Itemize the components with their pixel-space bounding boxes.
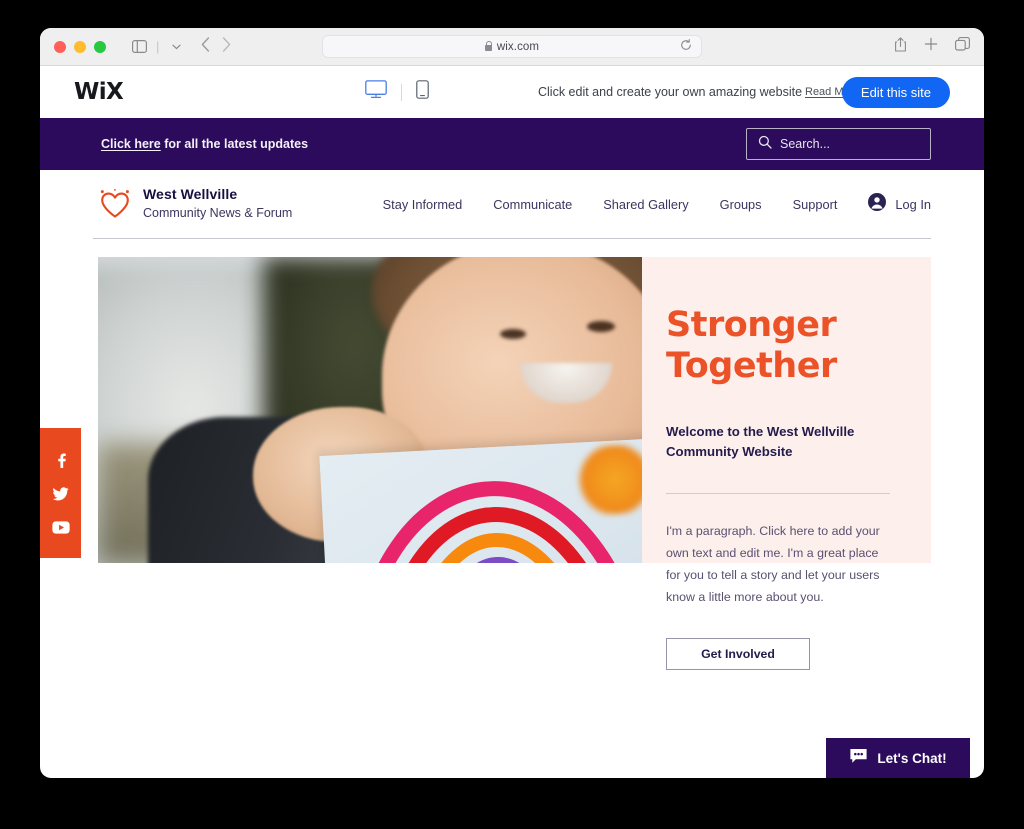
brand-logo[interactable]: West Wellville Community News & Forum [98,186,292,222]
hero-image-child-eye-right [587,321,615,332]
forward-icon[interactable] [222,37,231,56]
hero-image-drawing-paper [319,438,642,563]
announcement-link[interactable]: Click here [101,137,161,151]
chat-bubble-icon [849,748,868,769]
toolbar-divider: | [156,39,160,54]
hero-copy-panel: Stronger Together Welcome to the West We… [642,257,931,670]
announcement-text: Click here for all the latest updates [101,137,308,151]
chat-widget-label: Let's Chat! [877,750,947,766]
nav-item-communicate[interactable]: Communicate [493,197,572,212]
heart-logo-icon [98,189,132,219]
mobile-phone-icon[interactable] [416,80,429,104]
desktop-monitor-icon[interactable] [365,80,387,104]
brand-text: West Wellville Community News & Forum [143,186,292,222]
hero-paragraph: I'm a paragraph. Click here to add your … [666,523,880,604]
hero-heading-line2: Together [666,346,837,387]
close-window-button[interactable] [54,40,66,53]
sidebar-icon[interactable] [126,35,152,59]
browser-titlebar: | wix.com [40,28,984,66]
hero-image-child-eye-left [500,329,526,339]
plus-icon[interactable] [924,37,938,56]
hero-divider [666,492,890,494]
search-icon [758,135,772,154]
hero-subheading: Welcome to the West Wellville Community … [666,423,855,460]
drawing-sun [573,442,642,517]
get-involved-button[interactable]: Get Involved [666,637,810,670]
chat-widget-button[interactable]: Let's Chat! [826,738,970,778]
hero-heading: Stronger Together [666,305,931,388]
announcement-bar: Click here for all the latest updates Se… [40,118,984,170]
twitter-icon[interactable] [52,487,69,502]
hero-section: Stronger Together Welcome to the West We… [40,239,984,670]
maximize-window-button[interactable] [94,40,106,53]
social-links-rail [40,428,81,558]
browser-window: | wix.com WiX Click edit and create your… [40,28,984,778]
brand-subtitle: Community News & Forum [143,206,293,220]
hero-image-child-mouth [520,363,612,403]
view-toggle-group[interactable] [365,80,429,104]
login-button[interactable]: Log In [868,192,931,216]
youtube-icon[interactable] [51,521,70,534]
edit-this-site-button[interactable]: Edit this site [841,76,950,108]
nav-item-support[interactable]: Support [793,197,838,212]
window-controls[interactable] [54,40,106,53]
search-input[interactable]: Search... [746,128,931,160]
wix-edit-message: Click edit and create your own amazing w… [538,85,803,99]
lock-icon [484,40,493,51]
url-text: wix.com [496,40,540,53]
minimize-window-button[interactable] [74,40,86,53]
facebook-icon[interactable] [53,452,69,468]
nav-item-shared-gallery[interactable]: Shared Gallery [603,197,688,212]
navigation-arrows[interactable] [201,37,231,56]
announcement-rest: for all the latest updates [160,137,309,151]
tabs-overview-icon[interactable] [955,37,970,56]
sidebar-controls[interactable]: | [126,35,189,59]
main-navigation: Stay Informed Communicate Shared Gallery… [383,192,931,216]
reload-icon[interactable] [680,39,692,54]
back-icon[interactable] [201,37,210,56]
titlebar-right-actions[interactable] [894,36,970,57]
login-label[interactable]: Log In [895,197,931,212]
nav-item-groups[interactable]: Groups [720,197,762,212]
wix-logo[interactable]: WiX [74,79,124,105]
hero-heading-line1: Stronger [666,305,837,345]
nav-item-stay-informed[interactable]: Stay Informed [383,197,463,212]
view-toggle-divider [401,83,402,101]
hero-image [98,257,642,563]
brand-title: West Wellville [143,186,238,202]
site-header: West Wellville Community News & Forum St… [40,170,984,238]
wix-editor-bar: WiX Click edit and create your own amazi… [40,66,984,118]
account-avatar-icon [868,192,887,216]
search-placeholder: Search... [780,137,831,151]
screenshot-root: | wix.com WiX Click edit and create your… [0,0,1024,829]
share-icon[interactable] [894,36,907,57]
chevron-down-icon[interactable] [163,35,189,59]
address-bar[interactable]: wix.com [322,35,702,58]
